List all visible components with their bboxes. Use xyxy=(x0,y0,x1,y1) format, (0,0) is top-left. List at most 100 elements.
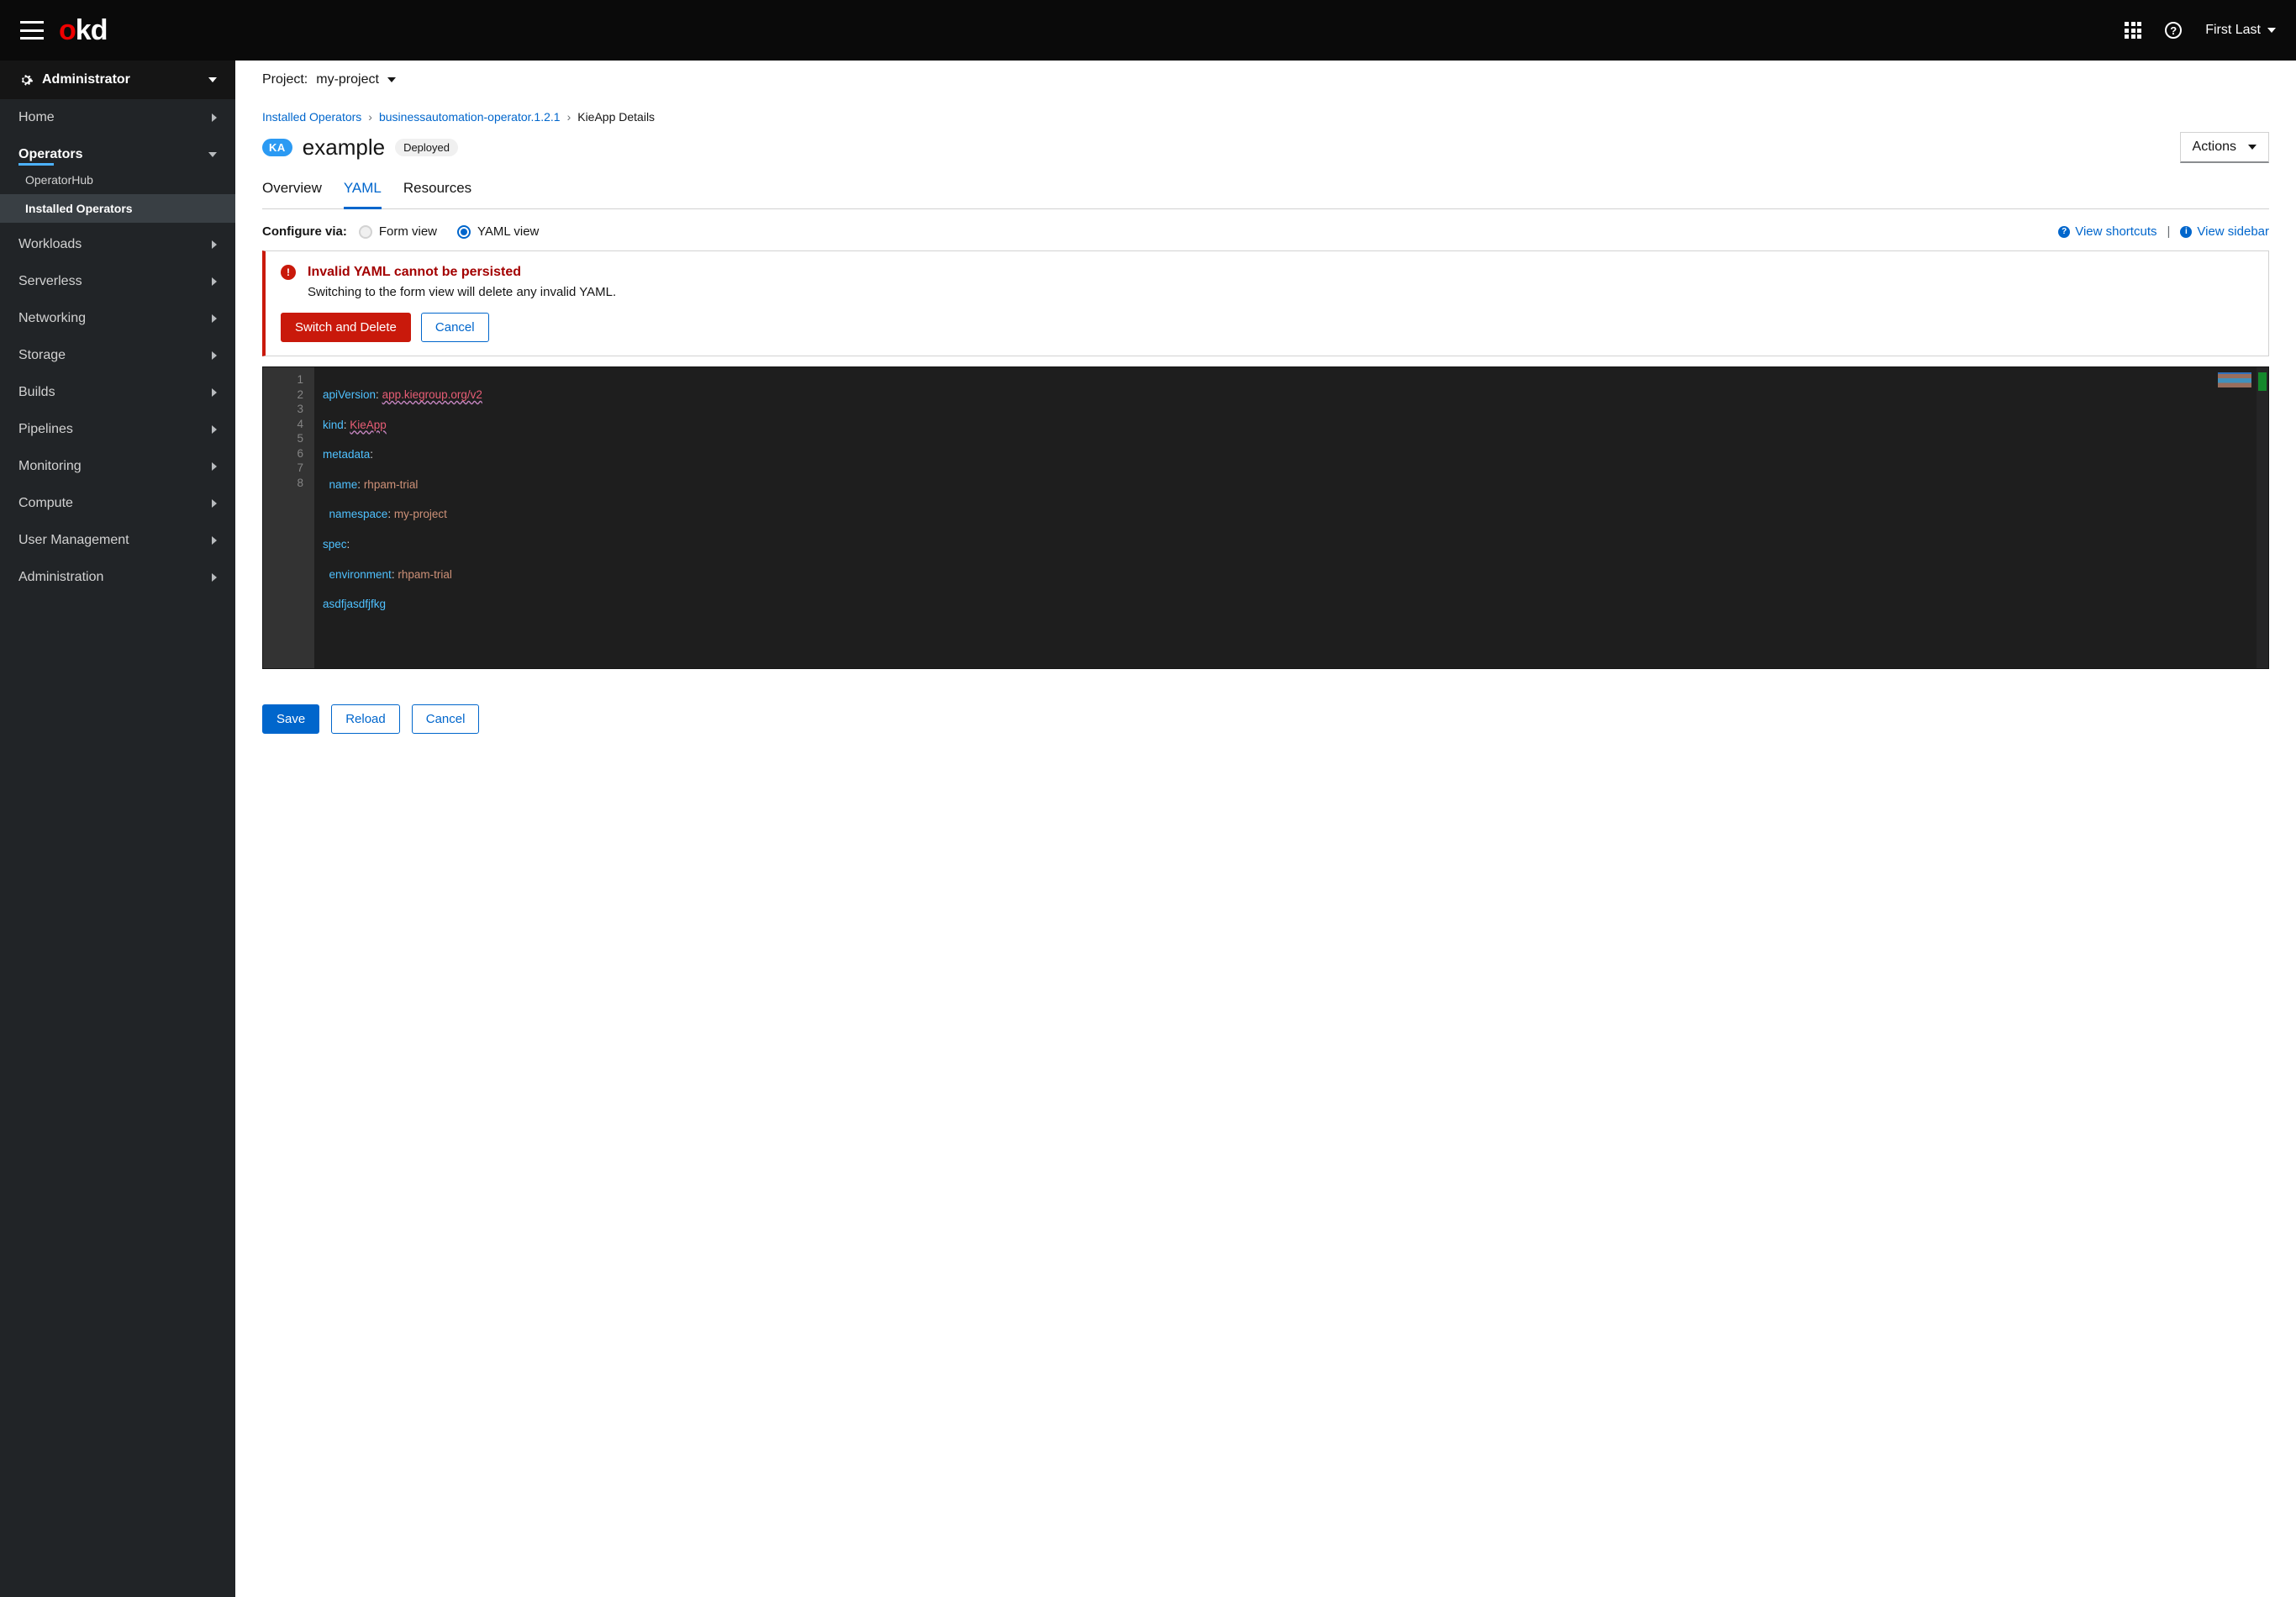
sidebar-item-label: Storage xyxy=(18,348,66,363)
error-icon: ! xyxy=(281,265,296,280)
status-badge: Deployed xyxy=(395,139,458,156)
alert-body: Switching to the form view will delete a… xyxy=(308,285,2253,299)
chevron-right-icon xyxy=(212,425,217,434)
chevron-right-icon xyxy=(212,314,217,323)
sidebar-item-label: Administration xyxy=(18,570,103,585)
sidebar-item-compute[interactable]: Compute xyxy=(0,485,235,522)
sidebar: Administrator Home Operators OperatorHub… xyxy=(0,61,235,1597)
kind-badge: KA xyxy=(262,139,292,156)
project-value: my-project xyxy=(316,72,379,87)
sidebar-item-label: Pipelines xyxy=(18,422,73,437)
tabs: Overview YAML Resources xyxy=(262,173,2269,209)
page-title: example xyxy=(303,134,385,161)
sidebar-item-label: Builds xyxy=(18,385,55,400)
sidebar-item-user-management[interactable]: User Management xyxy=(0,522,235,559)
sidebar-item-storage[interactable]: Storage xyxy=(0,337,235,374)
hamburger-menu-button[interactable] xyxy=(20,21,44,40)
cancel-button[interactable]: Cancel xyxy=(412,704,480,734)
user-name: First Last xyxy=(2205,23,2261,38)
sidebar-subitem-operatorhub[interactable]: OperatorHub xyxy=(0,166,235,194)
chevron-right-icon xyxy=(212,388,217,397)
separator: | xyxy=(2167,224,2170,239)
tab-yaml[interactable]: YAML xyxy=(344,180,382,209)
help-icon[interactable]: ? xyxy=(2165,22,2182,39)
perspective-label: Administrator xyxy=(42,72,130,87)
help-link-label: View sidebar xyxy=(2197,224,2269,239)
actions-label: Actions xyxy=(2193,140,2236,155)
sidebar-item-label: Monitoring xyxy=(18,459,82,474)
view-shortcuts-link[interactable]: ? View shortcuts xyxy=(2058,224,2156,239)
project-label: Project: xyxy=(262,72,308,87)
alert-title: Invalid YAML cannot be persisted xyxy=(308,265,521,280)
editor-error-bar[interactable] xyxy=(2257,367,2268,668)
radio-form-view[interactable]: Form view xyxy=(359,224,437,239)
radio-icon xyxy=(457,225,471,239)
chevron-down-icon xyxy=(208,77,217,82)
main-content: Project: my-project Installed Operators … xyxy=(235,61,2296,1597)
chevron-down-icon xyxy=(208,152,217,157)
sidebar-item-builds[interactable]: Builds xyxy=(0,374,235,411)
perspective-switcher[interactable]: Administrator xyxy=(0,61,235,99)
bottom-actions: Save Reload Cancel xyxy=(235,689,2296,749)
sidebar-item-label: Home xyxy=(18,110,55,125)
project-selector[interactable]: Project: my-project xyxy=(235,61,2296,100)
actions-dropdown[interactable]: Actions xyxy=(2180,132,2269,163)
minimap-thumb xyxy=(2218,372,2251,387)
editor-gutter: 12345678 xyxy=(263,367,313,668)
chevron-right-icon xyxy=(212,113,217,122)
chevron-right-icon xyxy=(212,240,217,249)
breadcrumb-link-installed-operators[interactable]: Installed Operators xyxy=(262,110,361,124)
switch-and-delete-button[interactable]: Switch and Delete xyxy=(281,313,411,342)
sidebar-item-networking[interactable]: Networking xyxy=(0,300,235,337)
sidebar-item-monitoring[interactable]: Monitoring xyxy=(0,448,235,485)
help-link-label: View shortcuts xyxy=(2075,224,2156,239)
sidebar-item-workloads[interactable]: Workloads xyxy=(0,226,235,263)
chevron-right-icon xyxy=(212,462,217,471)
sidebar-item-serverless[interactable]: Serverless xyxy=(0,263,235,300)
sidebar-item-label: Workloads xyxy=(18,237,82,252)
apps-grid-icon[interactable] xyxy=(2125,22,2141,39)
chevron-right-icon xyxy=(212,573,217,582)
radio-label: Form view xyxy=(379,224,437,239)
radio-label: YAML view xyxy=(477,224,539,239)
save-button[interactable]: Save xyxy=(262,704,319,734)
sidebar-item-label: User Management xyxy=(18,533,129,548)
chevron-right-icon xyxy=(212,277,217,286)
help-circle-icon: ? xyxy=(2058,226,2070,238)
sidebar-subitem-installed-operators[interactable]: Installed Operators xyxy=(0,194,235,223)
view-sidebar-link[interactable]: iView sidebar xyxy=(2180,224,2269,239)
configure-via-label: Configure via: xyxy=(262,224,347,239)
title-row: KA example Deployed Actions xyxy=(262,132,2269,163)
chevron-right-icon xyxy=(212,536,217,545)
breadcrumb-current: KieApp Details xyxy=(577,110,655,124)
sidebar-item-administration[interactable]: Administration xyxy=(0,559,235,596)
sidebar-item-operators[interactable]: Operators xyxy=(0,136,235,166)
user-dropdown[interactable]: First Last xyxy=(2205,23,2276,38)
radio-icon xyxy=(359,225,372,239)
breadcrumb-link-operator[interactable]: businessautomation-operator.1.2.1 xyxy=(379,110,561,124)
editor-minimap[interactable] xyxy=(2156,367,2257,668)
chevron-right-icon xyxy=(212,351,217,360)
topbar: okd ? First Last xyxy=(0,0,2296,61)
cog-icon xyxy=(18,72,34,87)
sidebar-item-label: Compute xyxy=(18,496,73,511)
chevron-down-icon xyxy=(2248,145,2257,150)
chevron-right-icon xyxy=(212,499,217,508)
radio-yaml-view[interactable]: YAML view xyxy=(457,224,539,239)
sidebar-item-pipelines[interactable]: Pipelines xyxy=(0,411,235,448)
sidebar-item-label: Serverless xyxy=(18,274,82,289)
editor-code[interactable]: apiVersion: app.kiegroup.org/v2 kind: Ki… xyxy=(313,367,2156,668)
reload-button[interactable]: Reload xyxy=(331,704,400,734)
configure-via-row: Configure via: Form view YAML view ? View… xyxy=(262,209,2269,250)
chevron-down-icon xyxy=(387,77,396,82)
chevron-right-icon: › xyxy=(567,110,571,124)
cancel-alert-button[interactable]: Cancel xyxy=(421,313,489,342)
sidebar-item-home[interactable]: Home xyxy=(0,99,235,136)
sidebar-item-label: Operators xyxy=(18,147,82,162)
alert-invalid-yaml: ! Invalid YAML cannot be persisted Switc… xyxy=(262,250,2269,356)
tab-overview[interactable]: Overview xyxy=(262,180,322,208)
sidebar-item-label: Networking xyxy=(18,311,86,326)
yaml-editor[interactable]: 12345678 apiVersion: app.kiegroup.org/v2… xyxy=(262,366,2269,669)
okd-logo: okd xyxy=(59,14,107,47)
tab-resources[interactable]: Resources xyxy=(403,180,471,208)
